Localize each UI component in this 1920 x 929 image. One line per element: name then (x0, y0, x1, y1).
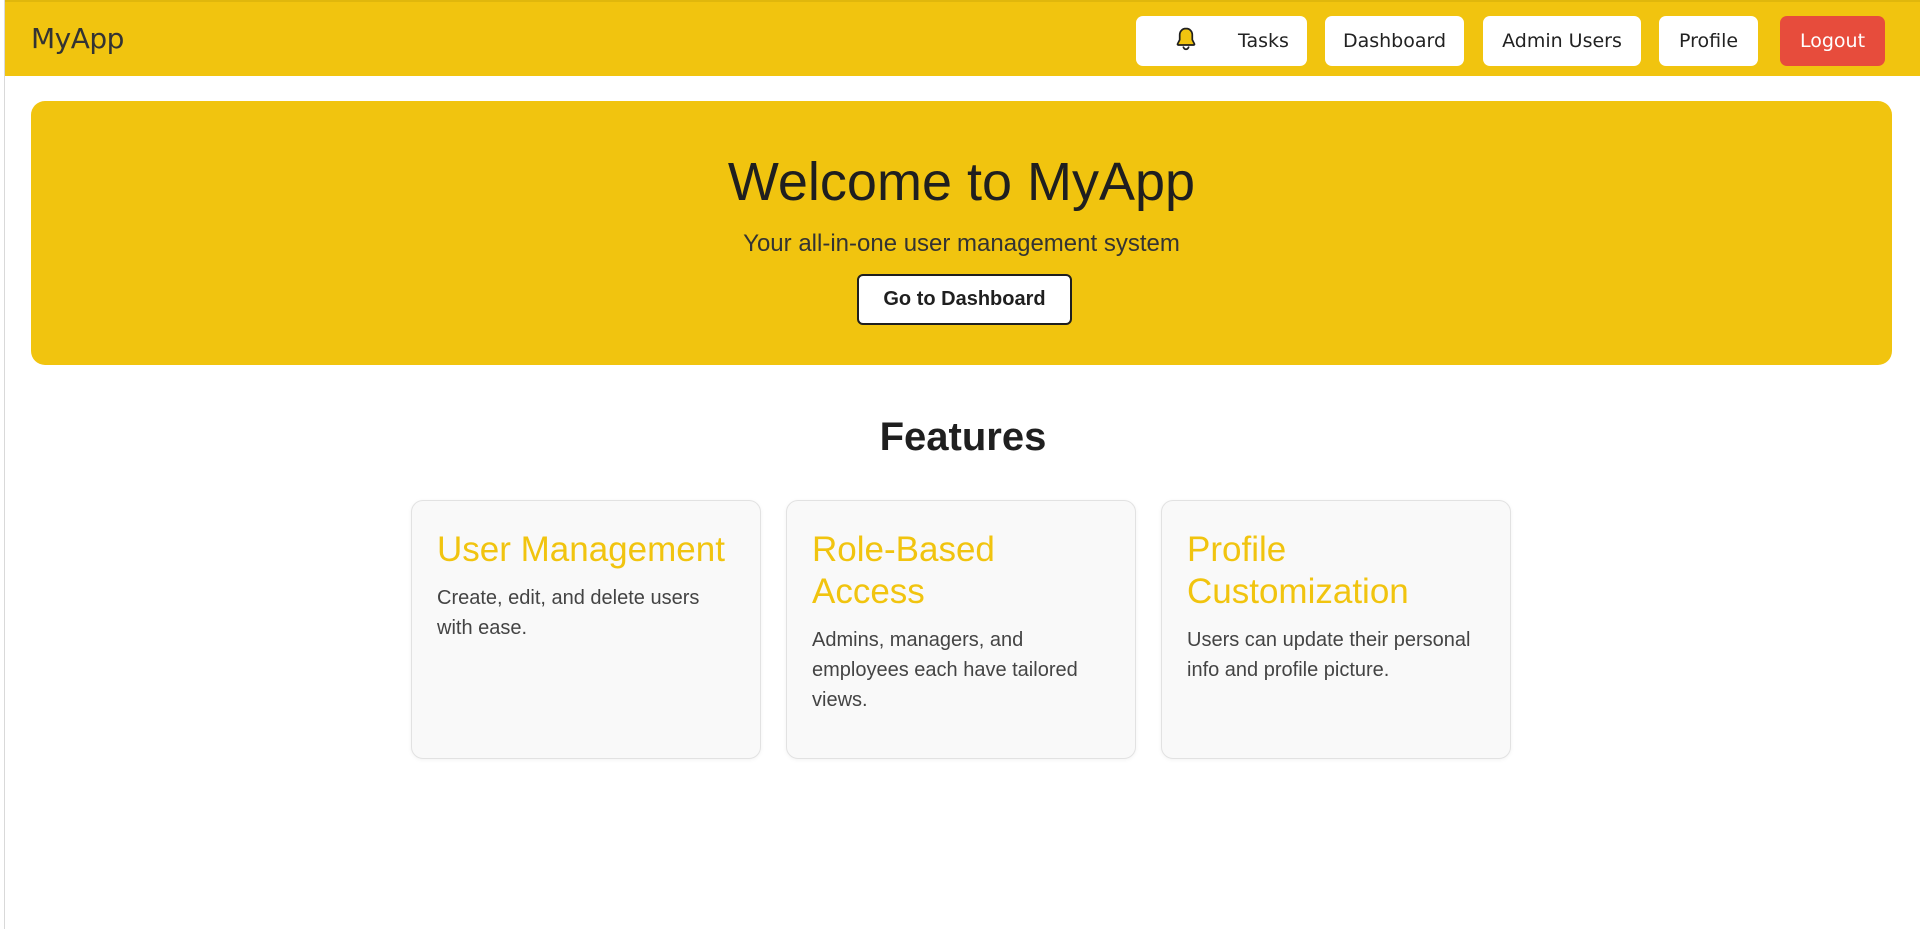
feature-card-role-based-access: Role-Based Access Admins, managers, and … (786, 500, 1136, 759)
feature-card-description: Admins, managers, and employees each hav… (812, 629, 1078, 711)
feature-card-title: Profile Customization (1187, 530, 1409, 611)
features-heading: Features (879, 415, 1047, 459)
hero-title: Welcome to MyApp (727, 152, 1196, 212)
nav-profile-button[interactable]: Profile (1659, 16, 1758, 66)
top-navbar: MyApp Tasks Dashboard Admin Users Profil… (5, 0, 1920, 76)
feature-card-title: Role-Based Access (812, 530, 995, 611)
go-to-dashboard-button[interactable]: Go to Dashboard (857, 274, 1072, 325)
nav-admin-users-button[interactable]: Admin Users (1483, 16, 1641, 66)
logout-button[interactable]: Logout (1780, 16, 1885, 66)
feature-card-title: User Management (437, 530, 725, 569)
feature-card-description: Users can update their personal info and… (1187, 629, 1471, 681)
feature-card-description: Create, edit, and delete users with ease… (437, 587, 700, 639)
feature-card-user-management: User Management Create, edit, and delete… (411, 500, 761, 759)
feature-card-profile-customization: Profile Customization Users can update t… (1161, 500, 1511, 759)
hero-subtitle: Your all-in-one user management system (743, 230, 1180, 257)
bell-icon (1174, 26, 1198, 57)
app-window: MyApp Tasks Dashboard Admin Users Profil… (4, 0, 1920, 929)
nav-tasks-button[interactable]: Tasks (1220, 16, 1307, 66)
brand-logo[interactable]: MyApp (31, 22, 124, 55)
hero-banner: Welcome to MyApp Your all-in-one user ma… (31, 101, 1892, 365)
nav-dashboard-button[interactable]: Dashboard (1325, 16, 1464, 66)
